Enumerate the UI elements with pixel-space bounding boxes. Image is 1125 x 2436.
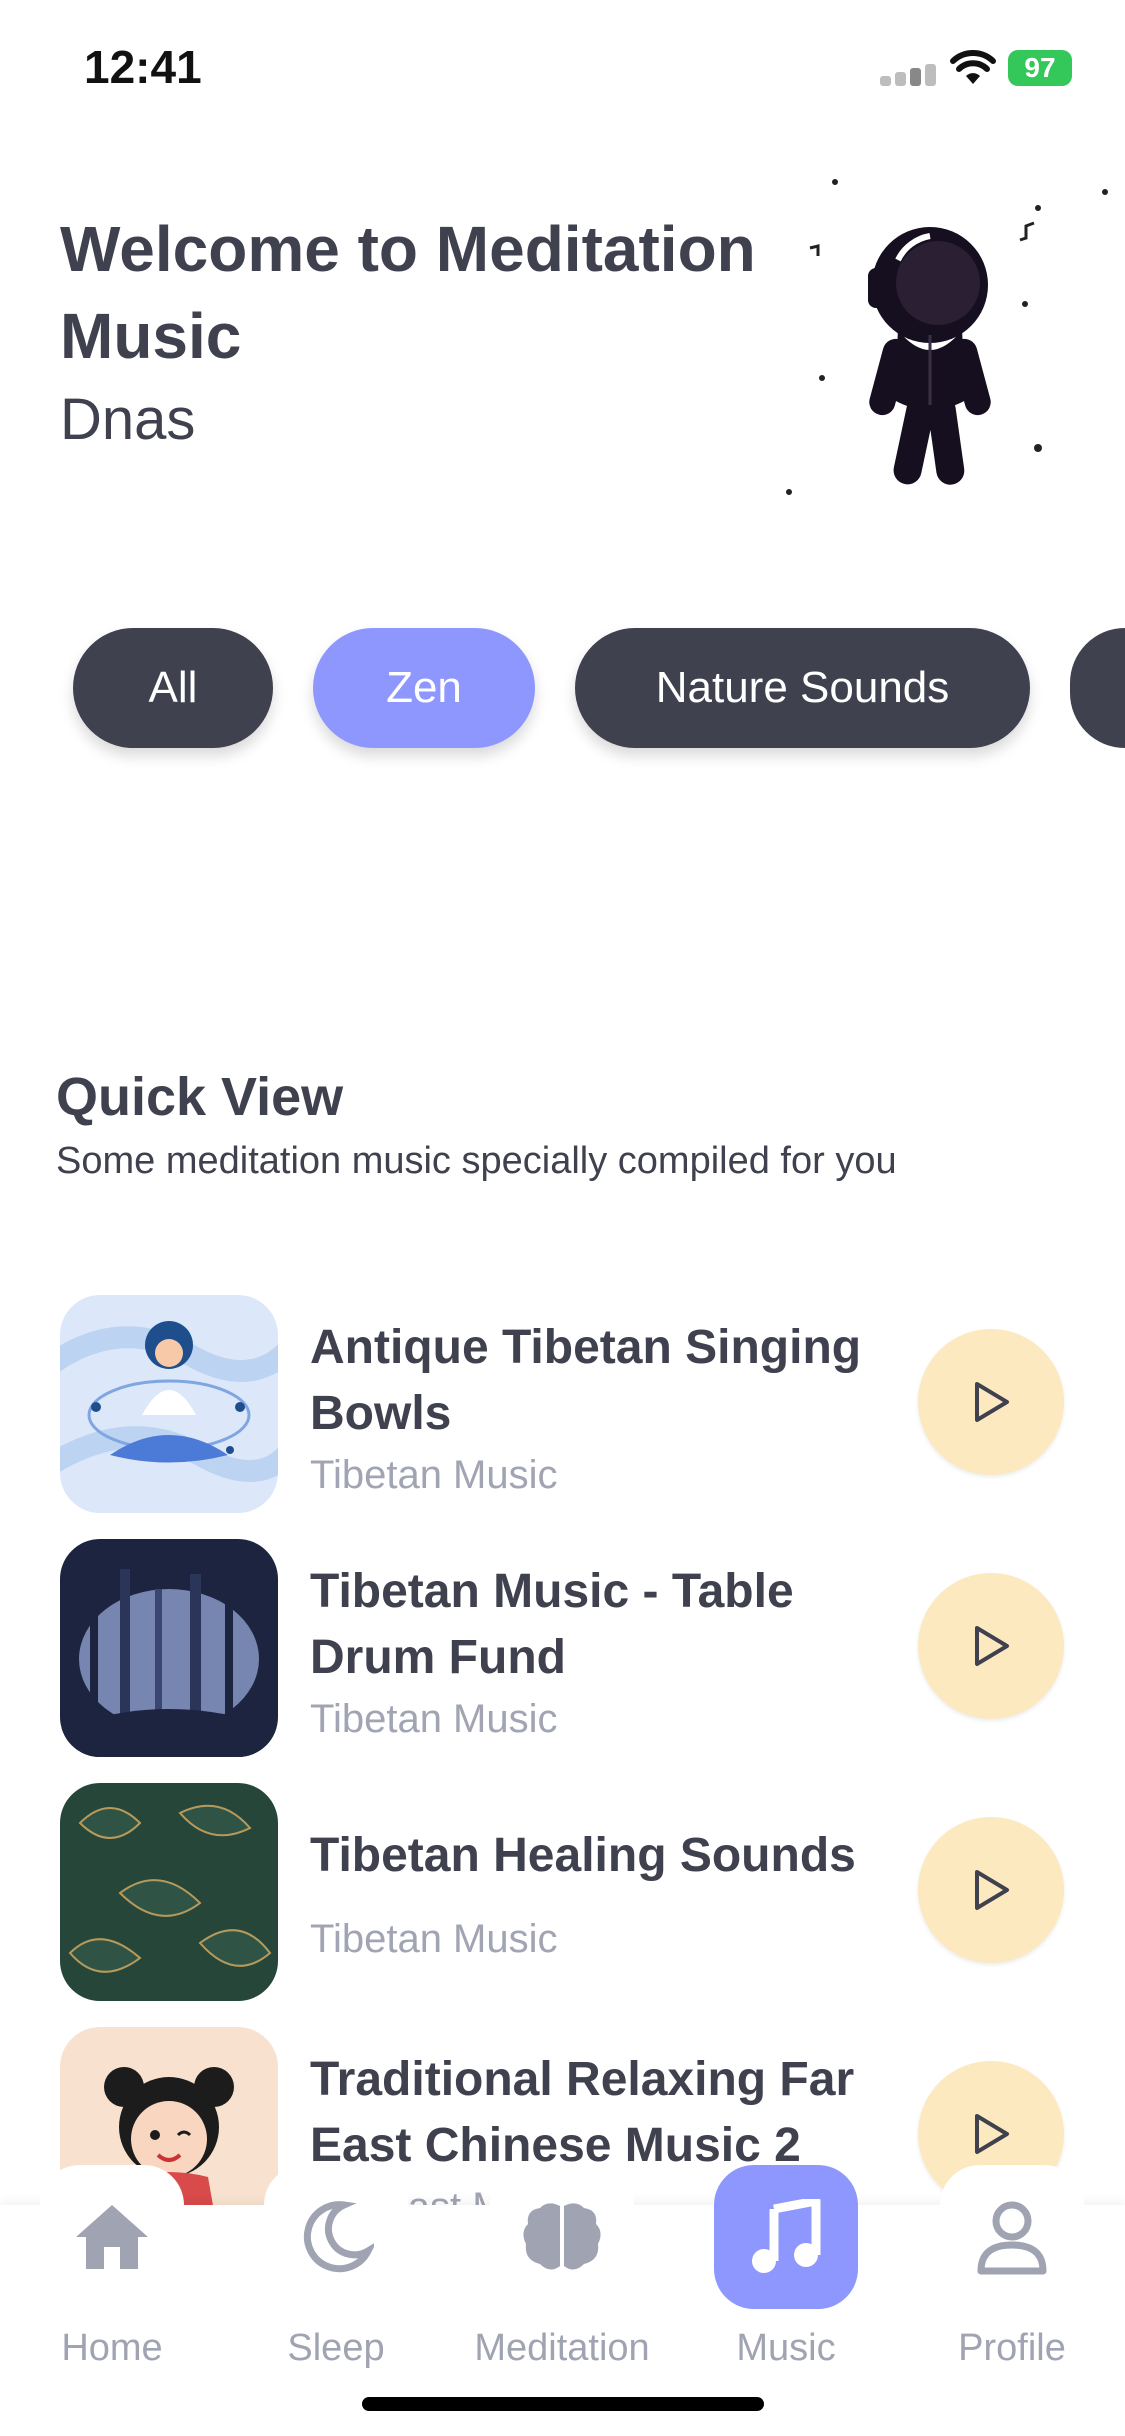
chip-zen[interactable]: Zen	[313, 628, 535, 748]
cellular-signal-icon	[880, 64, 936, 86]
tab-label: Sleep	[287, 2327, 385, 2369]
moon-icon	[264, 2165, 408, 2309]
brain-icon	[490, 2165, 634, 2309]
track-title: Traditional Relaxing Far East Chinese Mu…	[310, 2053, 855, 2172]
track-subtitle: Tibetan Music	[310, 1453, 558, 1497]
track-row[interactable]: Antique Tibetan Singing Bowls Tibetan Mu…	[0, 1295, 1125, 1515]
play-button[interactable]	[918, 1817, 1064, 1963]
play-icon	[975, 2114, 1009, 2154]
play-icon	[975, 1870, 1009, 1910]
chip-label: Zen	[386, 663, 462, 712]
chip-nature-sounds[interactable]: Nature Sounds	[575, 628, 1030, 748]
tab-label: Meditation	[474, 2327, 650, 2369]
astronaut-illustration	[786, 179, 1108, 495]
user-icon	[940, 2165, 1084, 2309]
chip-label: Nature Sounds	[655, 663, 950, 712]
tab-home[interactable]: Home	[12, 2165, 212, 2436]
music-note-icon	[714, 2165, 858, 2309]
user-name: Dnas	[60, 387, 196, 452]
chip-all[interactable]: All	[73, 628, 273, 748]
chip-label: All	[148, 663, 198, 712]
home-indicator[interactable]	[362, 2397, 764, 2411]
battery-indicator: 97	[1008, 50, 1072, 86]
tab-label: Profile	[958, 2327, 1066, 2369]
tab-profile[interactable]: Profile	[912, 2165, 1112, 2436]
play-icon	[975, 1626, 1009, 1666]
battery-level: 97	[1024, 52, 1056, 83]
section-title: Quick View	[56, 1067, 344, 1127]
track-row[interactable]: Tibetan Music - Table Drum Fund Tibetan …	[0, 1539, 1125, 1759]
meditation-woman-thumbnail	[60, 1295, 278, 1513]
tab-label: Music	[736, 2327, 836, 2369]
leaves-thumbnail	[60, 1783, 278, 2001]
track-row[interactable]: Tibetan Healing Sounds Tibetan Music	[0, 1783, 1125, 2003]
track-subtitle: Tibetan Music	[310, 1917, 558, 1961]
tab-label: Home	[61, 2327, 163, 2369]
welcome-title: Welcome to Meditation Music	[60, 213, 756, 372]
home-icon	[40, 2165, 184, 2309]
play-icon	[975, 1382, 1009, 1422]
track-title: Tibetan Music - Table Drum Fund	[310, 1565, 794, 1684]
track-title: Antique Tibetan Singing Bowls	[310, 1321, 862, 1440]
play-button[interactable]	[918, 1573, 1064, 1719]
track-subtitle: Tibetan Music	[310, 1697, 558, 1741]
track-title: Tibetan Healing Sounds	[310, 1829, 856, 1882]
play-button[interactable]	[918, 1329, 1064, 1475]
forest-thumbnail	[60, 1539, 278, 1757]
section-subtitle: Some meditation music specially compiled…	[56, 1140, 897, 1182]
status-time: 12:41	[84, 41, 202, 93]
wifi-icon	[950, 50, 996, 84]
chip-more[interactable]	[1070, 628, 1125, 748]
